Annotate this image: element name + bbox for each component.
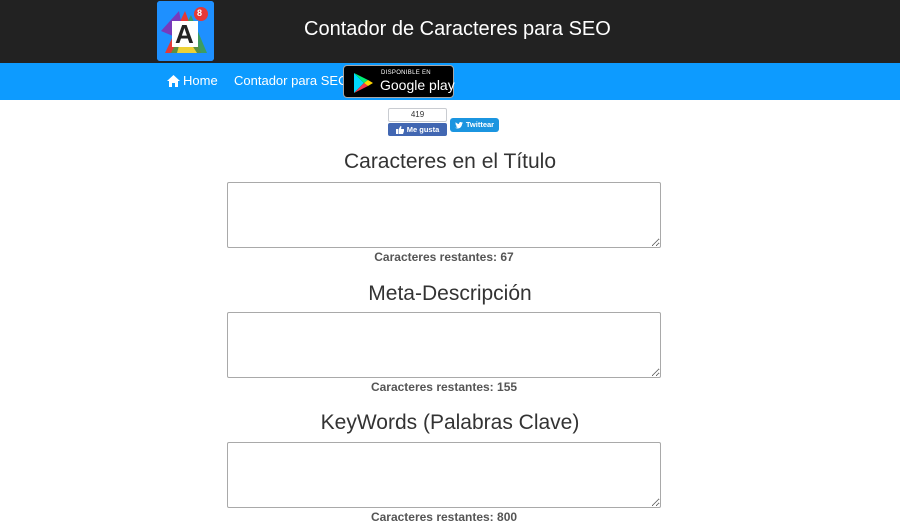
meta-description-remaining-value: 155 [497, 380, 518, 394]
nav-home-link[interactable]: Home [167, 73, 218, 89]
twitter-bird-icon [454, 121, 463, 128]
site-title: Contador de Caracteres para SEO [304, 18, 611, 40]
header-bar: A 8 Contador de Caracteres para SEO [0, 0, 900, 63]
twitter-tweet-label: Twittear [465, 120, 495, 129]
play-triangle-icon [354, 73, 373, 93]
app-logo-icon[interactable]: A 8 [157, 1, 214, 61]
meta-description-remaining-counter: Caracteres restantes: 155 [0, 380, 888, 394]
facebook-like-label: Me gusta [406, 125, 440, 134]
thumbs-up-icon [395, 125, 404, 134]
google-play-badge[interactable]: DISPONIBLE EN Google play [343, 65, 455, 98]
title-remaining-value: 67 [500, 250, 514, 264]
title-remaining-counter: Caracteres restantes: 67 [0, 250, 888, 264]
google-play-small-text: DISPONIBLE EN [381, 70, 431, 76]
meta-description-input[interactable] [227, 312, 661, 378]
keywords-remaining-value: 800 [497, 510, 518, 524]
logo-badge: 8 [197, 8, 203, 18]
logo-letter: A [175, 19, 194, 49]
facebook-like-button[interactable]: Me gusta [388, 123, 447, 136]
meta-description-heading: Meta-Descripción [368, 282, 532, 305]
meta-description-remaining-label: Caracteres restantes: [370, 380, 494, 394]
title-section-heading: Caracteres en el Título [343, 150, 557, 173]
keywords-heading: KeyWords (Palabras Clave) [320, 411, 580, 434]
facebook-like-count: 419 [388, 108, 447, 122]
twitter-tweet-button[interactable]: Twittear [450, 118, 499, 132]
keywords-input[interactable] [227, 442, 661, 508]
nav-home-label: Home [183, 73, 218, 88]
title-input[interactable] [227, 182, 661, 248]
google-play-big-text: Google play [380, 77, 455, 93]
nav-counter-link[interactable]: Contador para SEO [234, 73, 348, 89]
facebook-like-widget: 419 Me gusta [388, 108, 447, 136]
home-icon [167, 75, 180, 87]
title-remaining-label: Caracteres restantes: [374, 250, 498, 264]
keywords-remaining-label: Caracteres restantes: [370, 510, 494, 524]
keywords-remaining-counter: Caracteres restantes: 800 [0, 510, 888, 524]
